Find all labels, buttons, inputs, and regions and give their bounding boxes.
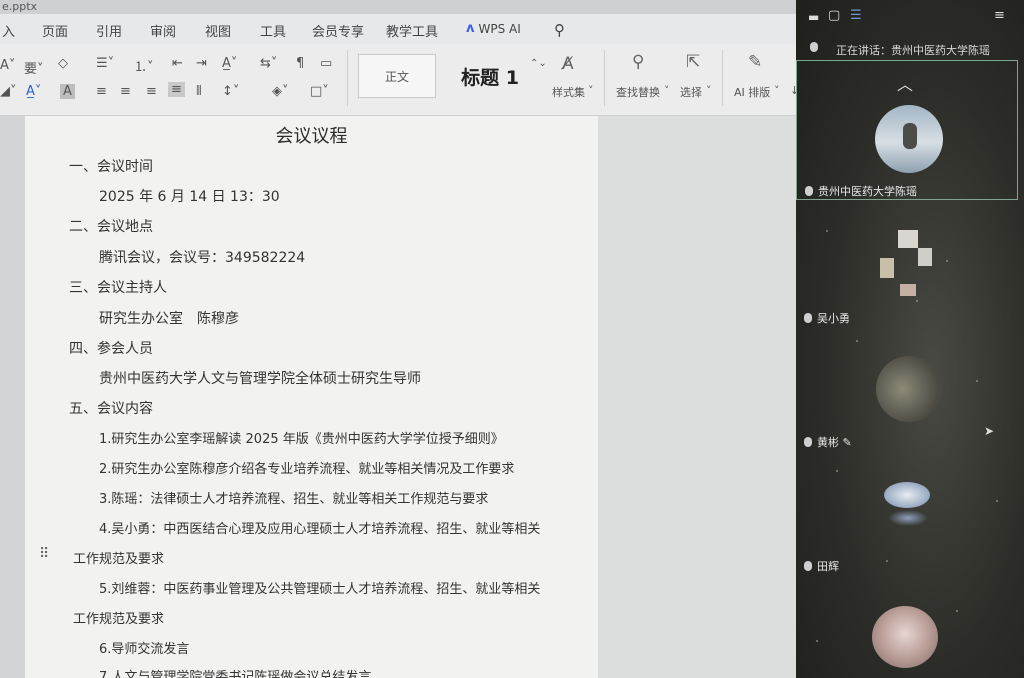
meeting-panel: ▬ ▢ ☰ ≡ 正在讲话：贵州中医药大学陈瑶 ︿ 贵州中医药大学陈瑶 吴小勇 黄…	[796, 0, 1024, 678]
doc-line: 5.刘维蓉：中医药事业管理及公共管理硕士人才培养流程、招生、就业等相关	[99, 582, 541, 597]
table-layout-icon[interactable]: ▭	[320, 56, 332, 71]
workspace-margin	[598, 116, 796, 678]
font-color-icon[interactable]: A̲˅	[26, 84, 41, 99]
mic-icon	[804, 313, 812, 323]
participant-name: 黄彬 ✎	[804, 434, 852, 450]
ai-layout-icon[interactable]: ✎	[748, 52, 762, 72]
ribbon-separator	[722, 50, 723, 106]
bullet-list-icon[interactable]: ☰˅	[96, 56, 114, 71]
text-direction-icon[interactable]: A̲˅	[222, 56, 237, 71]
video-tile-active[interactable]: ︿ 贵州中医药大学陈瑶	[796, 60, 1018, 200]
tab-member[interactable]: 会员专享	[312, 21, 364, 40]
speaking-indicator: 正在讲话：贵州中医药大学陈瑶	[796, 36, 1024, 58]
line-spacing-icon[interactable]: ↕˅	[222, 84, 239, 99]
wps-ai-icon: ʌ	[466, 21, 475, 36]
tab-wps-ai[interactable]: ʌ WPS AI	[466, 21, 521, 36]
section-heading: 一、会议时间	[69, 159, 153, 175]
menu-bar: 入 页面 引用 审阅 视图 工具 会员专享 教学工具 ʌ WPS AI ⚲	[0, 14, 800, 44]
avatar	[872, 606, 938, 668]
menu-icon[interactable]: ≡	[994, 8, 1005, 23]
decrease-indent-icon[interactable]: ⇤	[172, 56, 183, 71]
shading-icon[interactable]: ◢˅	[0, 84, 17, 99]
tab-references[interactable]: 引用	[96, 21, 122, 40]
drag-handle-icon[interactable]: ⠿	[39, 546, 49, 562]
show-marks-icon[interactable]: ¶	[296, 56, 304, 71]
align-right-icon[interactable]: ≡	[146, 84, 157, 99]
avatar	[880, 478, 934, 538]
tab-insert[interactable]: 入	[2, 21, 15, 40]
style-heading-1[interactable]: 标题 1	[440, 54, 540, 98]
cursor-icon: ➤	[984, 424, 995, 438]
distribute-icon[interactable]: ⦀	[196, 84, 202, 99]
clear-format-icon[interactable]: ◇	[58, 56, 68, 71]
doc-line: 2025 年 6 月 14 日 13：30	[99, 189, 280, 205]
tab-review[interactable]: 审阅	[150, 21, 176, 40]
align-justify-icon[interactable]: ≡	[168, 82, 185, 97]
avatar	[875, 105, 943, 173]
section-heading: 二、会议地点	[69, 219, 153, 235]
doc-line: 腾讯会议，会议号：349582224	[99, 250, 306, 266]
font-size-icon[interactable]: A˅	[0, 58, 15, 73]
doc-line: 工作规范及要求	[73, 612, 165, 627]
align-center-icon[interactable]: ≡	[120, 84, 131, 99]
doc-line: 7.人文与管理学院党委书记陈瑶做会议总结发言	[99, 670, 372, 678]
section-heading: 三、会议主持人	[69, 280, 167, 296]
left-pane	[0, 116, 25, 678]
doc-line: 3.陈瑶：法律硕士人才培养流程、招生、就业等相关工作规范与要求	[99, 492, 489, 507]
document-page[interactable]: 会议议程 一、会议时间 2025 年 6 月 14 日 13：30 二、会议地点…	[25, 116, 598, 678]
avatar	[880, 228, 938, 300]
ribbon-separator	[347, 50, 348, 106]
window-icon[interactable]: ▢	[828, 8, 840, 23]
mic-icon	[805, 186, 813, 196]
mic-icon	[804, 561, 812, 571]
doc-title: 会议议程	[275, 126, 348, 147]
increase-indent-icon[interactable]: ⇥	[196, 56, 207, 71]
style-set-button[interactable]: 样式集	[552, 84, 585, 100]
tab-tools[interactable]: 工具	[260, 21, 286, 40]
char-shading-icon[interactable]: A	[60, 84, 75, 99]
tab-teaching-tools[interactable]: 教学工具	[386, 21, 438, 40]
meeting-header: ▬ ▢ ☰ ≡	[796, 0, 1024, 40]
list-icon[interactable]: ☰	[850, 8, 862, 23]
select-button[interactable]: 选择	[680, 84, 702, 100]
doc-line: 研究生办公室 陈穆彦	[99, 311, 239, 327]
find-replace-button[interactable]: 查找替换	[616, 84, 660, 100]
doc-line: 工作规范及要求	[73, 552, 165, 567]
participant-name: 田辉	[804, 558, 839, 574]
minimize-icon[interactable]: ▬	[808, 10, 819, 24]
change-case-icon[interactable]: 要˅	[24, 58, 44, 77]
tab-page[interactable]: 页面	[42, 21, 68, 40]
numbered-list-icon[interactable]: ⒈˅	[134, 56, 154, 75]
style-normal[interactable]: 正文	[358, 54, 436, 98]
find-icon[interactable]: ⚲	[632, 52, 644, 72]
participant-name: 贵州中医药大学陈瑶	[805, 183, 917, 199]
mic-icon	[804, 437, 812, 447]
participant-name: 吴小勇	[804, 310, 850, 326]
fill-icon[interactable]: ◈˅	[272, 84, 289, 99]
align-left-icon[interactable]: ≡	[96, 84, 107, 99]
border-icon[interactable]: □˅	[310, 84, 329, 99]
doc-line: 4.吴小勇：中西医结合心理及应用心理硕士人才培养流程、招生、就业等相关	[99, 522, 541, 537]
tab-view[interactable]: 视图	[205, 21, 231, 40]
window-title: e.pptx	[0, 0, 800, 14]
section-heading: 五、会议内容	[69, 401, 153, 417]
doc-line: 2.研究生办公室陈穆彦介绍各专业培养流程、就业等相关情况及工作要求	[99, 462, 515, 477]
ribbon-toolbar: A˅ 要˅ ◇ ◢˅ A̲˅ A ☰˅ ⒈˅ ⇤ ⇥ A̲˅ ⇆˅ ¶ ▭ ≡ …	[0, 44, 800, 116]
avatar	[876, 356, 942, 422]
doc-line: 贵州中医药大学人文与管理学院全体硕士研究生导师	[99, 371, 421, 387]
collapse-icon[interactable]: ︿	[897, 71, 913, 95]
style-scroll-icon[interactable]: ⌃⌄	[530, 58, 547, 69]
section-heading: 四、参会人员	[69, 341, 153, 357]
doc-line: 1.研究生办公室李瑶解读 2025 年版《贵州中医药大学学位授予细则》	[99, 432, 504, 447]
sort-icon[interactable]: ⇆˅	[260, 56, 277, 71]
edit-icon: ✎	[842, 436, 852, 449]
doc-line: 6.导师交流发言	[99, 642, 190, 657]
ribbon-separator	[604, 50, 605, 106]
search-icon[interactable]: ⚲	[554, 21, 565, 39]
ai-layout-button[interactable]: AI 排版	[734, 84, 770, 100]
style-set-icon[interactable]: A̸	[562, 54, 574, 74]
select-cursor-icon[interactable]: ⇱	[686, 52, 700, 72]
mic-icon	[810, 42, 818, 52]
